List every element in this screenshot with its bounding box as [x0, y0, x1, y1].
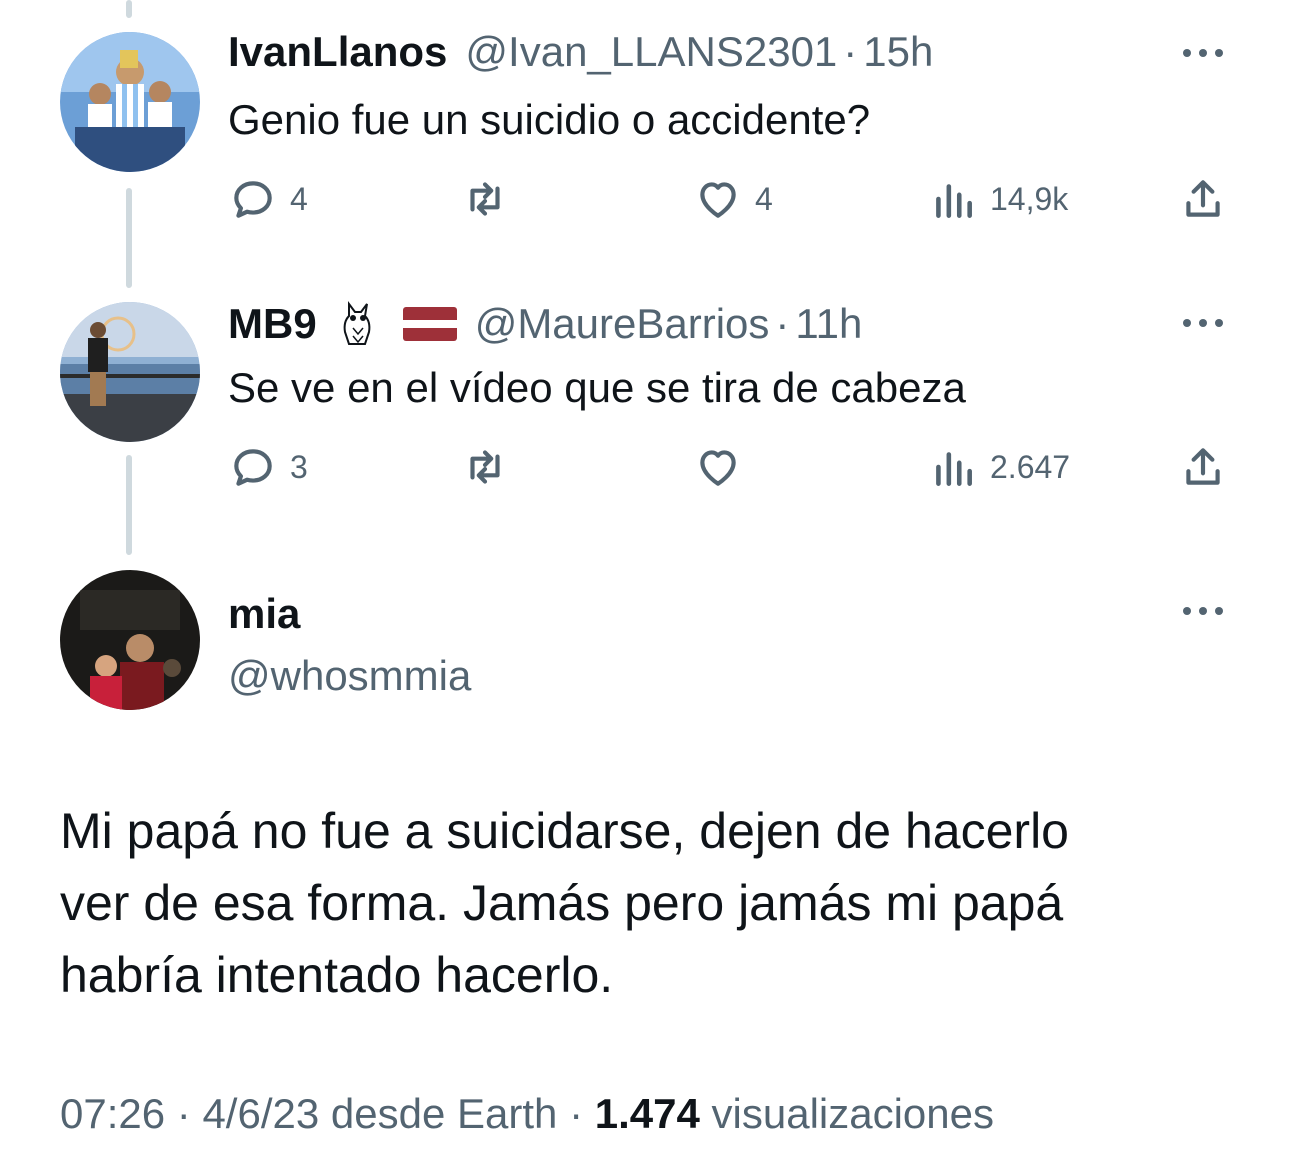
avatar[interactable] [60, 302, 200, 442]
display-name[interactable]: mia [228, 590, 300, 638]
separator: · [843, 28, 858, 75]
more-options-icon[interactable] [1180, 316, 1226, 330]
like-button[interactable] [693, 442, 755, 492]
user-handle[interactable]: @whosmmia [228, 652, 471, 700]
like-count: 4 [755, 180, 773, 217]
separator: · [775, 300, 790, 347]
tweet-text: Mi papá no fue a suicidarse, dejen de ha… [60, 795, 1240, 1011]
tweet-date[interactable]: 4/6/23 [202, 1090, 319, 1137]
avatar[interactable] [60, 570, 200, 710]
share-button[interactable] [1178, 442, 1228, 492]
reply-header: IvanLlanos @Ivan_LLANS2301 · 15h [228, 28, 933, 76]
reply-button[interactable]: 4 [228, 174, 308, 224]
display-name[interactable]: MB9 [228, 300, 317, 348]
views-button[interactable]: 2.647 [928, 442, 1070, 492]
latvia-flag-icon [402, 307, 457, 341]
views-icon [936, 452, 972, 486]
share-icon [1186, 448, 1220, 485]
timestamp[interactable]: 11h [795, 300, 862, 348]
views-count[interactable]: 1.474 [595, 1090, 700, 1137]
thread-line [126, 0, 132, 18]
reply-header: MB9 @MaureBarrios · 11h [228, 298, 862, 350]
retweet-icon [470, 450, 500, 484]
more-options-icon[interactable] [1180, 46, 1226, 60]
heart-icon [700, 450, 736, 486]
view-count: 2.647 [990, 448, 1071, 485]
tweet-source: desde Earth [330, 1090, 558, 1137]
tweet-text: Se ve en el vídeo que se tira de cabeza [228, 364, 966, 411]
reply-button[interactable]: 3 [228, 442, 308, 492]
like-button[interactable]: 4 [693, 174, 773, 224]
timestamp[interactable]: 15h [863, 28, 933, 76]
user-handle[interactable]: @Ivan_LLANS2301 [465, 28, 837, 76]
tweet-text-line: Mi papá no fue a suicidarse, dejen de ha… [60, 803, 1069, 859]
views-label: visualizaciones [711, 1090, 995, 1137]
tweet-text-line: ver de esa forma. Jamás pero jamás mi pa… [60, 875, 1064, 931]
views-button[interactable]: 14,9k [928, 174, 1068, 224]
tweet-time[interactable]: 07:26 [60, 1090, 165, 1137]
avatar[interactable] [60, 32, 200, 172]
tweet-text: Genio fue un suicidio o accidente? [228, 96, 871, 143]
share-icon [1186, 180, 1220, 217]
reply-icon [234, 449, 272, 486]
thread-line [126, 455, 132, 555]
tweet-thread: IvanLlanos @Ivan_LLANS2301 · 15h Genio f… [0, 0, 1290, 1157]
view-count: 14,9k [990, 180, 1069, 217]
heart-icon [700, 182, 736, 218]
retweet-button[interactable] [460, 174, 522, 224]
retweet-icon [470, 182, 500, 216]
views-icon [936, 184, 972, 218]
thread-line [126, 188, 132, 288]
reply-count: 4 [290, 180, 308, 217]
reply-icon [234, 181, 272, 218]
retweet-button[interactable] [460, 442, 522, 492]
display-name[interactable]: IvanLlanos [228, 28, 447, 76]
share-button[interactable] [1178, 174, 1228, 224]
separator: · [176, 1090, 191, 1137]
reply-count: 3 [290, 448, 308, 485]
separator: · [569, 1090, 584, 1137]
more-options-icon[interactable] [1180, 604, 1226, 618]
action-bar: 3 2.647 [228, 442, 1228, 492]
action-bar: 4 4 14,9k [228, 174, 1228, 224]
owl-icon [343, 301, 371, 345]
tweet-text-line: habría intentado hacerlo. [60, 947, 614, 1003]
user-handle[interactable]: @MaureBarrios [475, 300, 770, 348]
tweet-meta: 07:26 · 4/6/23 desde Earth · 1.474 visua… [60, 1090, 994, 1138]
